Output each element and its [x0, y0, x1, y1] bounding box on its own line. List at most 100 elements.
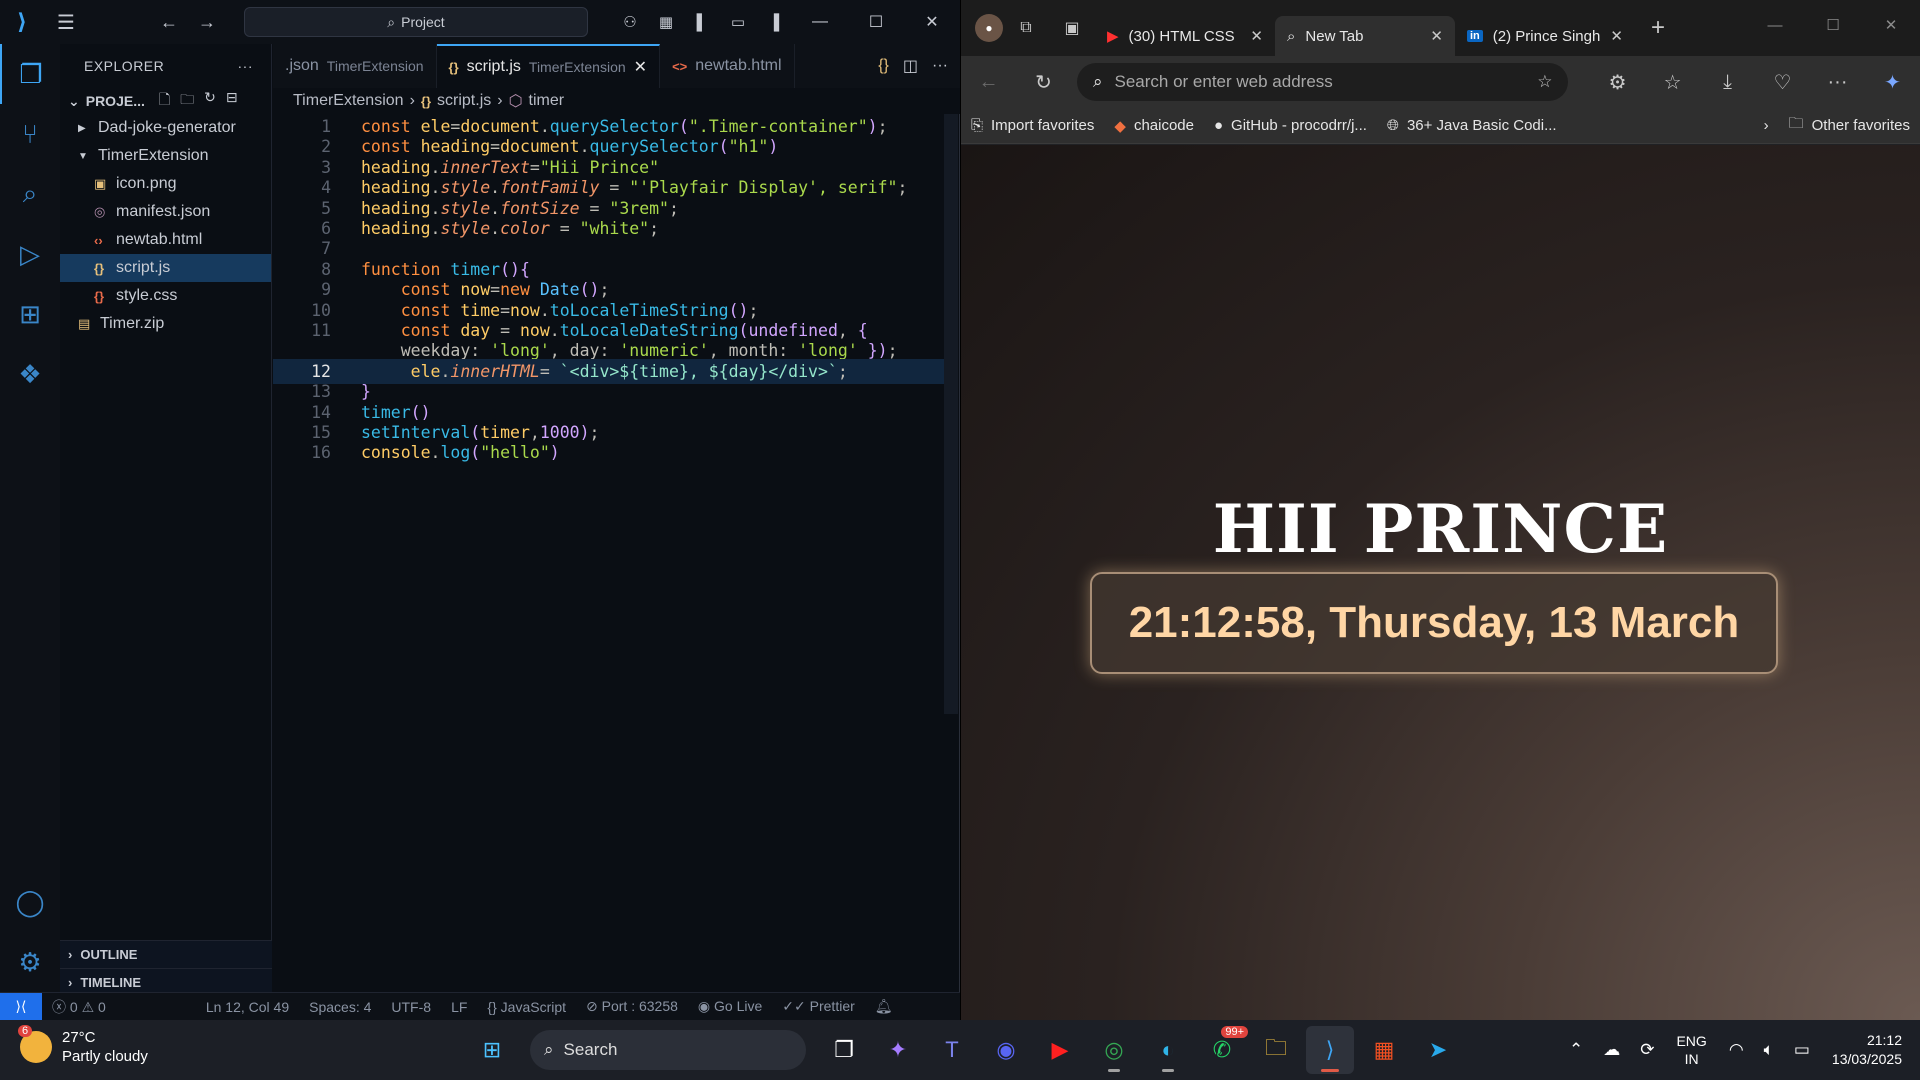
- close-tab-icon[interactable]: ✕: [1430, 27, 1443, 45]
- layout-icon[interactable]: ▦: [648, 0, 684, 44]
- split-editor-icon[interactable]: ◫: [903, 56, 918, 76]
- toggle-secondary-sidebar-icon[interactable]: ▐: [756, 0, 792, 44]
- account-icon[interactable]: ◯: [0, 872, 60, 932]
- refresh-icon[interactable]: ↻: [204, 89, 216, 113]
- end-of-line[interactable]: LF: [441, 999, 477, 1015]
- browser-tab-newtab[interactable]: ⌕ New Tab ✕: [1275, 16, 1455, 56]
- more-favorites-chevron-icon[interactable]: ›: [1754, 117, 1779, 134]
- more-actions-icon[interactable]: ···: [238, 58, 254, 74]
- code-editor[interactable]: 1 const ele=document.querySelector(".Time…: [273, 114, 944, 992]
- discord-icon[interactable]: ◉: [982, 1026, 1030, 1074]
- clock[interactable]: 21:12 13/03/2025: [1820, 1031, 1920, 1069]
- prettier-status[interactable]: ✓✓ Prettier: [772, 998, 864, 1015]
- tab-newtab-html[interactable]: <> newtab.html: [660, 44, 795, 88]
- remote-indicator-icon[interactable]: ⟩⟨: [0, 992, 42, 1021]
- menu-icon[interactable]: ☰: [44, 0, 88, 44]
- live-server-port[interactable]: ⊘ Port : 63258: [576, 998, 688, 1015]
- profile-avatar[interactable]: ●: [975, 14, 1003, 42]
- show-hidden-icons-chevron-icon[interactable]: ⌃: [1559, 1040, 1593, 1060]
- teams-icon[interactable]: T: [928, 1026, 976, 1074]
- chrome-icon[interactable]: ◎: [1090, 1026, 1138, 1074]
- editor-scrollbar[interactable]: [944, 114, 958, 714]
- forward-arrow-icon[interactable]: →: [188, 0, 226, 44]
- tab-script-js[interactable]: {} script.js TimerExtension ✕: [436, 44, 661, 88]
- tree-item[interactable]: ▣ icon.png: [60, 170, 271, 198]
- copilot-icon[interactable]: ✦: [1865, 56, 1920, 108]
- browser-essentials-icon[interactable]: ♡: [1755, 56, 1810, 108]
- maximize-icon[interactable]: ☐: [1804, 16, 1862, 34]
- tree-item[interactable]: ◎ manifest.json: [60, 198, 271, 226]
- copilot-icon[interactable]: ⚇: [612, 0, 648, 44]
- minimize-icon[interactable]: —: [1746, 17, 1804, 34]
- workspaces-icon[interactable]: ⧉: [1003, 0, 1049, 56]
- code-line[interactable]: 16 console.log("hello"): [273, 440, 944, 465]
- address-bar[interactable]: ⌕ Search or enter web address ☆: [1076, 63, 1569, 101]
- onedrive-cloud-icon[interactable]: ☁: [1593, 1040, 1630, 1060]
- more-menu-icon[interactable]: ···: [1810, 56, 1865, 108]
- new-folder-icon[interactable]: 🗀: [180, 89, 194, 113]
- command-center-search[interactable]: ⌕ Project: [244, 7, 588, 37]
- close-icon[interactable]: ✕: [904, 0, 960, 44]
- favorite-star-icon[interactable]: ☆: [1537, 72, 1552, 92]
- indentation[interactable]: Spaces: 4: [299, 999, 381, 1015]
- vscode-taskbar-icon[interactable]: ⟩: [1306, 1026, 1354, 1074]
- go-live-button[interactable]: ◉ Go Live: [688, 998, 772, 1015]
- notifications-bell-icon[interactable]: 🔔︎: [865, 998, 903, 1015]
- telegram-icon[interactable]: ➤: [1414, 1026, 1462, 1074]
- weather-widget[interactable]: 6 27°C Partly cloudy: [18, 1025, 148, 1066]
- tree-item[interactable]: {} style.css: [60, 282, 271, 310]
- wifi-icon[interactable]: ◠: [1719, 1040, 1754, 1060]
- breadcrumb-file[interactable]: script.js: [437, 92, 491, 110]
- start-button[interactable]: ⊞: [468, 1026, 516, 1074]
- downloads-icon[interactable]: ⤓: [1700, 56, 1755, 108]
- collapse-all-icon[interactable]: ⊟: [226, 89, 238, 113]
- source-control-icon[interactable]: ⑂: [0, 104, 60, 164]
- tab-manifest-json[interactable]: .json TimerExtension: [273, 44, 437, 88]
- project-header[interactable]: ⌄ PROJE... 🗋 🗀 ↻ ⊟: [60, 88, 271, 114]
- favorite-github[interactable]: ● GitHub - procodrr/j...: [1204, 117, 1377, 134]
- back-arrow-icon[interactable]: ←: [961, 56, 1016, 108]
- minimize-icon[interactable]: —: [792, 0, 848, 44]
- more-actions-icon[interactable]: ···: [932, 57, 948, 75]
- youtube-icon[interactable]: ▶: [1036, 1026, 1084, 1074]
- close-tab-icon[interactable]: ✕: [1250, 27, 1263, 45]
- open-changes-icon[interactable]: {}: [878, 57, 889, 75]
- browser-tab-linkedin[interactable]: in (2) Prince Singh ✕: [1455, 16, 1635, 56]
- new-file-icon[interactable]: 🗋: [159, 89, 170, 113]
- extensions-icon[interactable]: ⚙: [1590, 56, 1645, 108]
- explorer-icon[interactable]: ❐: [0, 44, 60, 104]
- task-view-icon[interactable]: ❐: [820, 1026, 868, 1074]
- taskbar-search[interactable]: ⌕ Search: [530, 1030, 806, 1070]
- search-icon[interactable]: ⌕: [0, 164, 60, 224]
- tree-item[interactable]: {} script.js: [60, 254, 271, 282]
- cursor-position[interactable]: Ln 12, Col 49: [196, 999, 299, 1015]
- tree-item[interactable]: ▶ Dad-joke-generator: [60, 114, 271, 142]
- copilot-app-icon[interactable]: ✦: [874, 1026, 922, 1074]
- other-favorites[interactable]: 🗀 Other favorites: [1779, 113, 1920, 138]
- breadcrumb-folder[interactable]: TimerExtension: [293, 92, 404, 110]
- tree-item[interactable]: ‹› newtab.html: [60, 226, 271, 254]
- refresh-icon[interactable]: ↻: [1016, 56, 1071, 108]
- settings-gear-icon[interactable]: ⚙: [0, 932, 60, 992]
- toggle-sidebar-icon[interactable]: ▌: [684, 0, 720, 44]
- favorite-import[interactable]: ⎘ Import favorites: [961, 117, 1104, 134]
- outline-section[interactable]: › OUTLINE: [60, 940, 272, 968]
- language-mode[interactable]: {} JavaScript: [477, 999, 576, 1015]
- favorite-java[interactable]: 🌐︎ 36+ Java Basic Codi...: [1377, 117, 1567, 134]
- battery-icon[interactable]: ▭: [1784, 1040, 1820, 1060]
- file-explorer-icon[interactable]: 🗀: [1252, 1026, 1300, 1074]
- favorites-icon[interactable]: ☆: [1645, 56, 1700, 108]
- maximize-icon[interactable]: ☐: [848, 0, 904, 44]
- toggle-panel-icon[interactable]: ▭: [720, 0, 756, 44]
- close-tab-icon[interactable]: ✕: [1610, 27, 1623, 45]
- store-icon[interactable]: ▦: [1360, 1026, 1408, 1074]
- extensions-icon[interactable]: ⊞: [0, 284, 60, 344]
- tree-item[interactable]: ▤ Timer.zip: [60, 310, 271, 338]
- edge-icon[interactable]: ◐: [1144, 1026, 1192, 1074]
- close-tab-icon[interactable]: ✕: [634, 57, 647, 77]
- language-indicator[interactable]: ENG IN: [1664, 1032, 1718, 1068]
- close-icon[interactable]: ✕: [1862, 16, 1920, 34]
- tab-actions-icon[interactable]: ▣: [1049, 0, 1095, 56]
- browser-tab-youtube[interactable]: ▶ (30) HTML CSS ✕: [1095, 16, 1275, 56]
- favorite-chaicode[interactable]: ◆ chaicode: [1104, 117, 1204, 135]
